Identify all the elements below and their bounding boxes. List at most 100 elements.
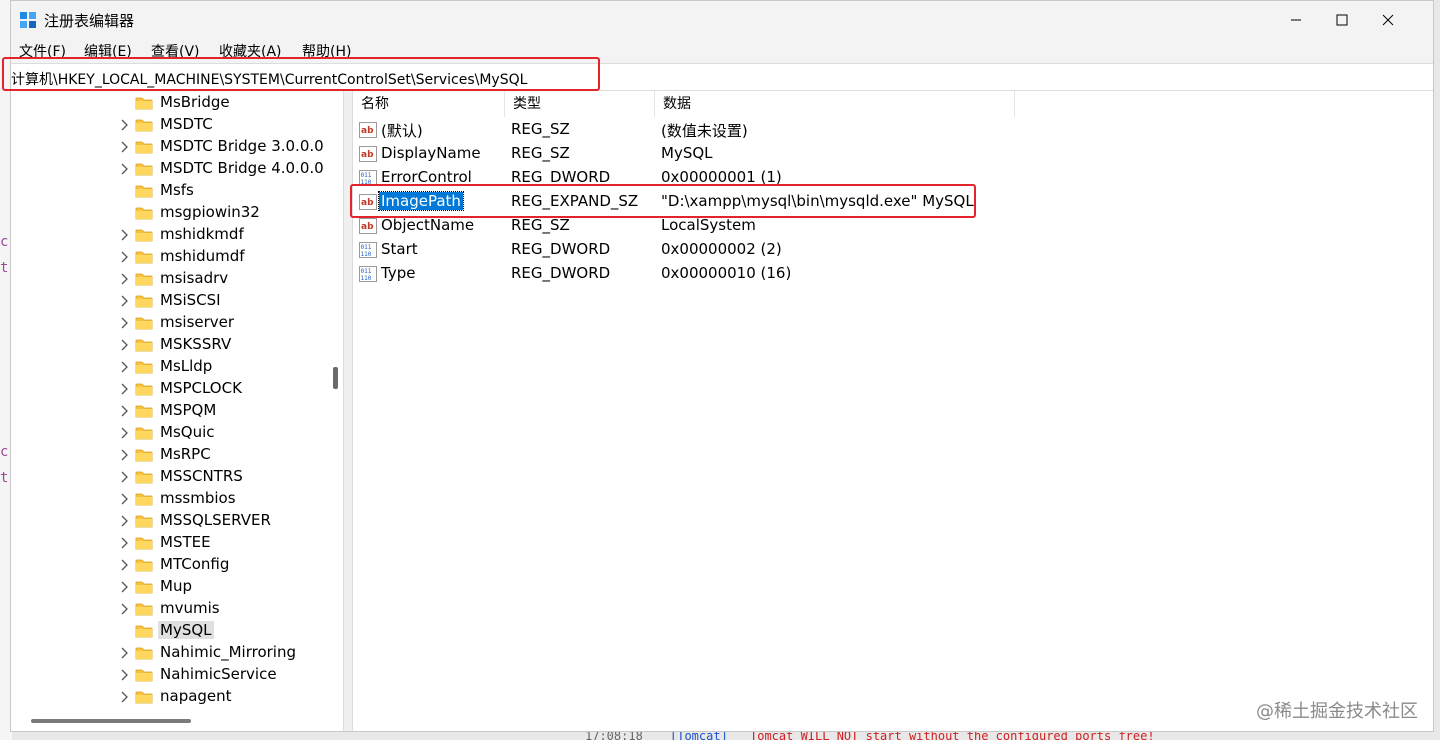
tree-item-label: Mup — [160, 577, 192, 595]
tree-item-label: MsQuic — [160, 423, 215, 441]
tree-item[interactable]: MsLldp — [11, 356, 327, 378]
chevron-right-icon[interactable] — [119, 470, 131, 484]
value-row[interactable]: ab DisplayName REG_SZ MySQL — [353, 142, 1433, 166]
close-button[interactable] — [1365, 1, 1411, 39]
registry-key-tree: MsBridge MSDTC MSDTC Bridge 3.0.0.0 MSDTC B… — [11, 91, 327, 711]
tree-hscroll-thumb[interactable] — [31, 719, 191, 723]
chevron-right-icon[interactable] — [119, 426, 131, 440]
tree-item[interactable]: MSSQLSERVER — [11, 510, 327, 532]
column-header-name[interactable]: 名称 — [353, 91, 505, 117]
tree-item[interactable]: MSKSSRV — [11, 334, 327, 356]
tree-horizontal-scrollbar[interactable] — [11, 711, 343, 731]
registry-editor-window: 注册表编辑器 文件(F) 编辑(E) 查看(V) 收藏夹(A) 帮助(H) 计算… — [10, 0, 1434, 732]
chevron-right-icon[interactable] — [119, 448, 131, 462]
chevron-right-icon[interactable] — [119, 492, 131, 506]
chevron-right-icon[interactable] — [119, 580, 131, 594]
tree-item-label: msgpiowin32 — [160, 203, 260, 221]
tree-item[interactable]: MSiSCSI — [11, 290, 327, 312]
dword-value-icon: 011110 — [359, 266, 377, 282]
chevron-right-icon[interactable] — [119, 360, 131, 374]
tree-item[interactable]: mssmbios — [11, 488, 327, 510]
chevron-right-icon[interactable] — [119, 404, 131, 418]
tree-item[interactable]: MSSCNTRS — [11, 466, 327, 488]
value-name: DisplayName — [381, 144, 481, 162]
tree-item[interactable]: MSTEE — [11, 532, 327, 554]
regedit-app-icon — [20, 12, 36, 28]
tree-item[interactable]: msgpiowin32 — [11, 202, 327, 224]
value-row[interactable]: ab (默认) REG_SZ (数值未设置) — [353, 118, 1433, 142]
chevron-right-icon[interactable] — [119, 118, 131, 132]
dword-value-icon: 011110 — [359, 242, 377, 258]
folder-icon — [135, 251, 153, 264]
chevron-right-icon[interactable] — [119, 646, 131, 660]
column-header-data[interactable]: 数据 — [655, 91, 1015, 117]
window-title: 注册表编辑器 — [44, 12, 135, 30]
tree-item[interactable]: MSDTC — [11, 114, 327, 136]
value-row[interactable]: 011 110 Type REG_DWORD 0x00000010 (16) — [353, 262, 1433, 286]
svg-text:ab: ab — [361, 150, 374, 160]
chevron-right-icon[interactable] — [119, 162, 131, 176]
tree-item[interactable]: mshidkmdf — [11, 224, 327, 246]
folder-icon — [135, 339, 153, 352]
chevron-right-icon[interactable] — [119, 602, 131, 616]
tree-item[interactable]: mvumis — [11, 598, 327, 620]
tree-item-label: MSSCNTRS — [160, 467, 243, 485]
chevron-right-icon[interactable] — [119, 536, 131, 550]
tree-item[interactable]: MySQL — [11, 620, 327, 642]
tree-item[interactable]: MSPCLOCK — [11, 378, 327, 400]
maximize-button[interactable] — [1319, 1, 1365, 39]
tree-item[interactable]: Msfs — [11, 180, 327, 202]
tree-item[interactable]: MTConfig — [11, 554, 327, 576]
tree-item[interactable]: MsRPC — [11, 444, 327, 466]
folder-icon — [135, 273, 153, 286]
chevron-right-icon[interactable] — [119, 228, 131, 242]
value-type: REG_SZ — [511, 120, 570, 138]
tree-item-label: MSPCLOCK — [160, 379, 242, 397]
svg-text:011: 011 — [361, 268, 372, 275]
tree-item-label: MySQL — [158, 621, 214, 639]
tree-item-label: NahimicService — [160, 665, 277, 683]
tree-item[interactable]: MsBridge — [11, 92, 327, 114]
tree-item[interactable]: MSPQM — [11, 400, 327, 422]
tree-scroll-thumb[interactable] — [333, 367, 338, 389]
string-value-icon: ab — [359, 122, 377, 138]
chevron-right-icon[interactable] — [119, 338, 131, 352]
tree-item[interactable]: msisadrv — [11, 268, 327, 290]
tree-item[interactable]: MsQuic — [11, 422, 327, 444]
tree-item[interactable]: MSDTC Bridge 3.0.0.0 — [11, 136, 327, 158]
tree-item[interactable]: NahimicService — [11, 664, 327, 686]
value-data: MySQL — [661, 144, 713, 162]
folder-icon — [135, 625, 153, 638]
column-header-type[interactable]: 类型 — [505, 91, 655, 117]
chevron-right-icon[interactable] — [119, 140, 131, 154]
chevron-right-icon[interactable] — [119, 668, 131, 682]
value-row[interactable]: 011 110 Start REG_DWORD 0x00000002 (2) — [353, 238, 1433, 262]
string-value-icon: ab — [359, 146, 377, 162]
address-highlight-box — [2, 57, 600, 91]
tree-item-label: Msfs — [160, 181, 194, 199]
tree-item[interactable]: MSDTC Bridge 4.0.0.0 — [11, 158, 327, 180]
chevron-right-icon[interactable] — [119, 272, 131, 286]
tree-item[interactable]: mshidumdf — [11, 246, 327, 268]
tree-vertical-scrollbar[interactable] — [327, 91, 343, 711]
tree-item[interactable]: Nahimic_Mirroring — [11, 642, 327, 664]
folder-icon — [135, 207, 153, 220]
tree-item-label: MSTEE — [160, 533, 211, 551]
folder-icon — [135, 647, 153, 660]
minimize-button[interactable] — [1273, 1, 1319, 39]
chevron-right-icon[interactable] — [119, 514, 131, 528]
tree-item[interactable]: napagent — [11, 686, 327, 708]
chevron-right-icon[interactable] — [119, 250, 131, 264]
chevron-right-icon[interactable] — [119, 690, 131, 704]
folder-icon — [135, 185, 153, 198]
chevron-right-icon[interactable] — [119, 558, 131, 572]
chevron-right-icon[interactable] — [119, 316, 131, 330]
tree-item[interactable]: msiserver — [11, 312, 327, 334]
tree-item[interactable]: Mup — [11, 576, 327, 598]
maximize-icon — [1336, 14, 1348, 26]
chevron-right-icon[interactable] — [119, 294, 131, 308]
chevron-right-icon[interactable] — [119, 382, 131, 396]
value-type: REG_SZ — [511, 144, 570, 162]
tree-item-label: MSKSSRV — [160, 335, 232, 353]
tree-item-label: MSiSCSI — [160, 291, 221, 309]
